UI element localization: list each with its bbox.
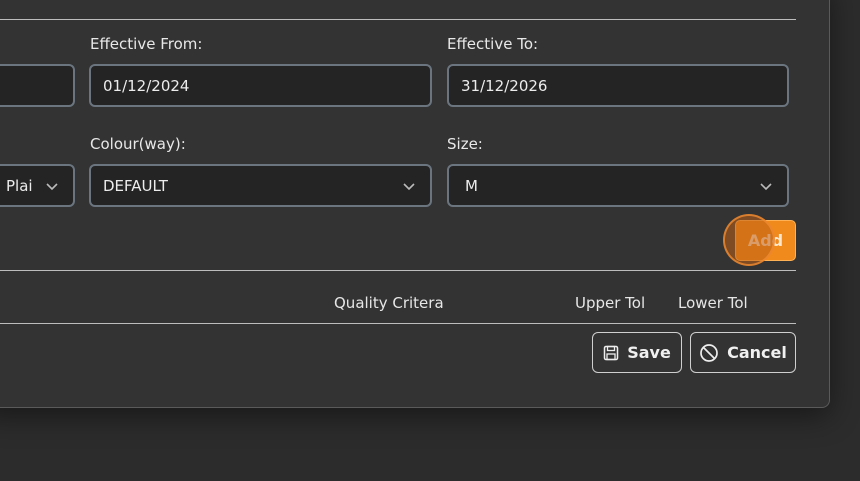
cancel-button[interactable]: Cancel: [690, 332, 796, 373]
chevron-down-icon: [760, 183, 772, 191]
effective-from-label: Effective From:: [90, 35, 203, 53]
effective-to-input[interactable]: 31/12/2026: [447, 64, 789, 107]
effective-to-label: Effective To:: [447, 35, 539, 53]
size-select[interactable]: M: [447, 164, 789, 207]
column-header-upper-tol[interactable]: Upper Tol: [575, 294, 645, 312]
style-select-value: Plai: [6, 176, 33, 195]
effective-from-value: 01/12/2024: [103, 76, 190, 95]
save-button-label: Save: [627, 343, 671, 362]
column-header-lower-tol[interactable]: Lower Tol: [678, 294, 748, 312]
colourway-value: DEFAULT: [103, 176, 168, 195]
colourway-select[interactable]: DEFAULT: [89, 164, 432, 207]
table-top-divider: [0, 270, 796, 271]
chevron-down-icon: [403, 183, 415, 191]
colourway-label: Colour(way):: [90, 135, 186, 153]
left-truncated-field[interactable]: [0, 64, 75, 107]
section-divider: [0, 19, 796, 20]
save-button[interactable]: Save: [592, 332, 682, 373]
prohibited-icon: [700, 343, 718, 362]
size-value: M: [465, 176, 478, 195]
click-indicator: [723, 214, 775, 266]
column-header-quality-criteria[interactable]: Quality Critera: [334, 294, 444, 312]
style-select[interactable]: Plai: [0, 164, 75, 207]
effective-to-value: 31/12/2026: [461, 76, 548, 95]
effective-from-input[interactable]: 01/12/2024: [89, 64, 432, 107]
floppy-disk-icon: [603, 345, 619, 360]
size-label: Size:: [447, 135, 483, 153]
table-header-divider: [0, 323, 796, 324]
cancel-button-label: Cancel: [727, 343, 787, 362]
chevron-down-icon: [46, 183, 58, 191]
